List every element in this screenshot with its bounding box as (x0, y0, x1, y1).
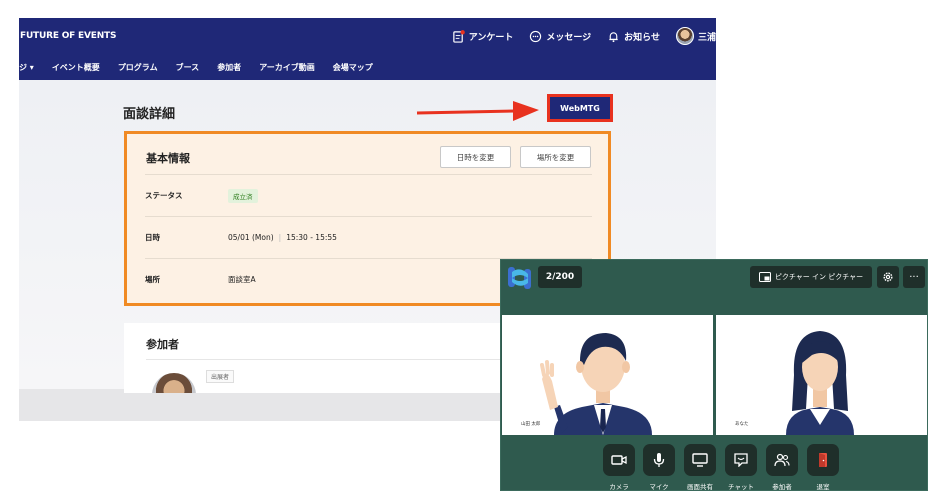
people-icon (774, 453, 790, 467)
datetime-label: 日時 (145, 233, 160, 242)
brand-logo[interactable]: FUTURE OF EVENTS (19, 31, 116, 41)
mic-label: マイク (649, 483, 669, 491)
screen-share-label: 画面共有 (687, 483, 713, 491)
nav-item-venue-map[interactable]: 会場マップ (333, 62, 373, 73)
survey-icon (452, 29, 465, 43)
change-place-button[interactable]: 場所を変更 (520, 146, 591, 168)
nav-item-archive-video[interactable]: アーカイブ動画 (259, 62, 315, 73)
change-datetime-button[interactable]: 日時を変更 (440, 146, 511, 168)
camera-icon (611, 455, 627, 465)
participant-name: 山田 太郎 (521, 422, 541, 427)
picture-in-picture-label: ピクチャー イン ピクチャー (774, 273, 864, 281)
notifications-link[interactable]: お知らせ (607, 30, 660, 43)
nav-item-page[interactable]: ジ ▾ (19, 62, 34, 73)
more-button[interactable]: ··· (903, 266, 925, 288)
nav-item-program[interactable]: プログラム (118, 62, 158, 73)
video-tile[interactable]: 山田 太郎 (502, 315, 713, 435)
nav-item-participants[interactable]: 参加者 (217, 62, 241, 73)
avatar (152, 373, 196, 393)
chat-bubble-icon (530, 30, 542, 42)
messages-link[interactable]: メッセージ (529, 30, 591, 43)
participants-button[interactable] (766, 444, 798, 476)
bell-icon (609, 31, 618, 42)
place-label: 場所 (145, 275, 160, 284)
divider: | (278, 233, 282, 242)
webmtg-button[interactable]: WebMTG (547, 94, 613, 122)
participants-label: 参加者 (772, 483, 792, 491)
survey-label: アンケート (468, 32, 514, 43)
chat-button[interactable] (725, 444, 757, 476)
video-tile[interactable]: あなた (716, 315, 927, 435)
main-nav: ジ ▾ イベント概要 プログラム ブース 参加者 アーカイブ動画 会場マップ (19, 54, 716, 80)
chat-icon (734, 453, 748, 467)
page-title: 面談詳細 (123, 107, 176, 122)
gear-icon (883, 272, 893, 282)
leave-label: 退室 (816, 483, 830, 491)
app-logo-icon (508, 267, 531, 289)
microphone-icon (653, 453, 665, 467)
female-participant-illustration (786, 331, 854, 435)
screen-share-button[interactable] (684, 444, 716, 476)
screenshot: FUTURE OF EVENTS アンケート メッセージ お知らせ 三浦 ジ ▾… (0, 0, 948, 504)
participants-title: 参加者 (146, 338, 179, 351)
more-icon: ··· (909, 271, 919, 283)
door-exit-icon (819, 453, 827, 467)
nav-item-booth[interactable]: ブース (176, 62, 200, 73)
date-value: 05/01 (Mon) (228, 233, 274, 242)
top-bar: FUTURE OF EVENTS アンケート メッセージ お知らせ 三浦 (19, 18, 716, 54)
datetime-row: 日時 05/01 (Mon) | 15:30 - 15:55 (145, 216, 592, 258)
time-value: 15:30 - 15:55 (286, 233, 337, 242)
user-name: 三浦 (697, 32, 716, 43)
user-menu[interactable]: 三浦 (675, 27, 716, 45)
notifications-label: お知らせ (624, 32, 660, 43)
messages-label: メッセージ (546, 32, 592, 43)
chat-label: チャット (728, 483, 754, 491)
video-meeting-window: 2/200 ピクチャー イン ピクチャー ··· 山田 太郎 あなた カメラ マ… (500, 259, 928, 491)
avatar (675, 27, 694, 45)
status-label: ステータス (145, 191, 183, 200)
camera-label: カメラ (609, 483, 629, 491)
leave-button[interactable] (807, 444, 839, 476)
place-value: 面談室A (228, 275, 256, 284)
participant-name: あなた (735, 422, 749, 427)
status-badge: 成立済 (228, 188, 258, 203)
settings-button[interactable] (877, 266, 899, 288)
survey-link[interactable]: アンケート (452, 29, 514, 43)
red-arrow-icon (416, 101, 539, 121)
picture-in-picture-button[interactable]: ピクチャー イン ピクチャー (750, 266, 872, 288)
mic-button[interactable] (643, 444, 675, 476)
monitor-icon (692, 453, 708, 467)
participant-count: 2/200 (538, 266, 582, 288)
nav-item-event-overview[interactable]: イベント概要 (52, 62, 100, 73)
camera-button[interactable] (603, 444, 635, 476)
role-badge: 出展者 (206, 370, 235, 383)
status-row: ステータス 成立済 (145, 174, 592, 216)
picture-in-picture-icon (758, 272, 771, 282)
basic-info-title: 基本情報 (146, 152, 190, 165)
male-participant-illustration (540, 333, 652, 435)
